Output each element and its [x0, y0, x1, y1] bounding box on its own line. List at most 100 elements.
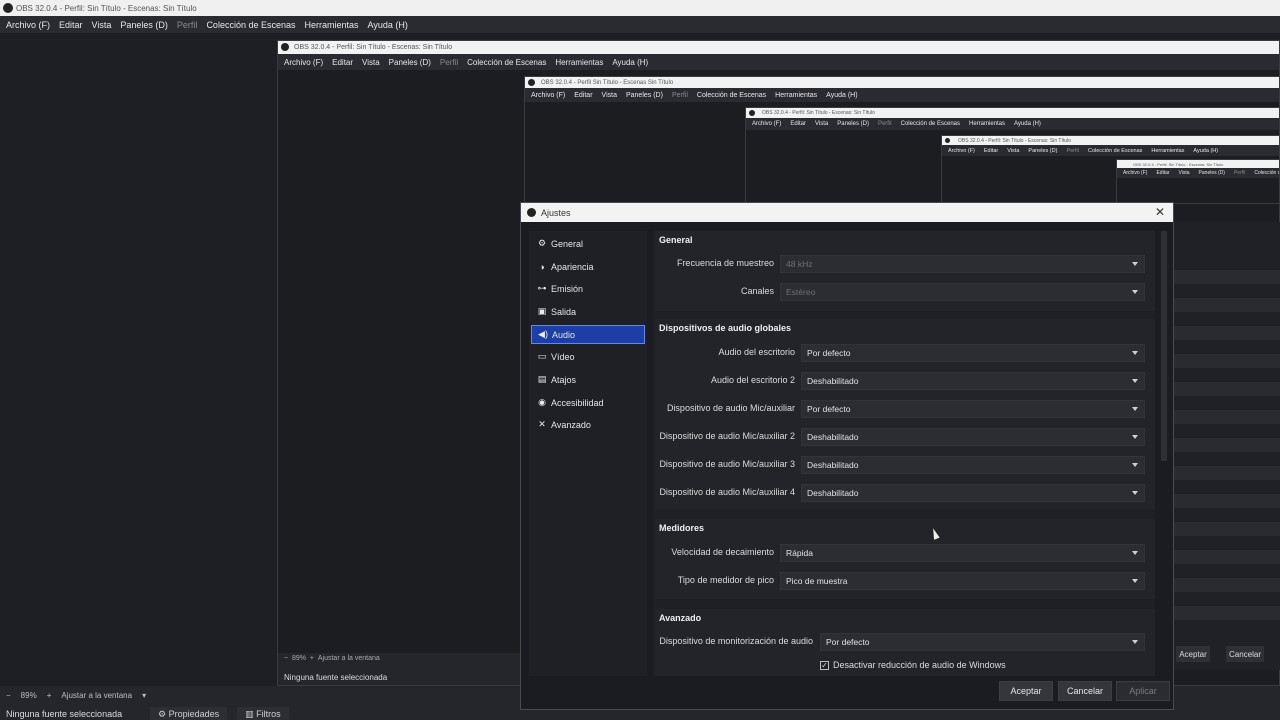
menu-ayuda[interactable]: Ayuda (H)	[368, 20, 408, 30]
accessibility-icon: ◉	[538, 397, 546, 407]
device-value: Deshabilitado	[807, 376, 859, 386]
ducking-label: Desactivar reducción de audio de Windows	[833, 660, 1006, 670]
desktop-audio-2-select[interactable]: Deshabilitado	[801, 372, 1145, 390]
sidebar-item-label: General	[551, 238, 584, 249]
properties-button[interactable]: ⚙ Propiedades	[150, 706, 228, 720]
main-menubar: Archivo (F) Editar Vista Paneles (D) Per…	[0, 16, 1280, 33]
sidebar-item-label: Apariencia	[551, 261, 594, 272]
fit-window-dropdown[interactable]: Ajustar a la ventana	[61, 691, 132, 700]
section-title: Dispositivos de audio globales	[659, 323, 792, 333]
ducking-checkbox[interactable]: ✓	[820, 661, 829, 670]
device-label: Dispositivo de audio Mic/auxiliar 3	[659, 459, 795, 469]
close-icon[interactable]: ✕	[1153, 205, 1167, 219]
mic-aux-select[interactable]: Por defecto	[801, 400, 1145, 418]
filters-label: Filtros	[256, 708, 281, 719]
sidebar-item-avanzado[interactable]: ✕ Avanzado	[531, 415, 645, 434]
source-toolbar: Ninguna fuente seleccionada ⚙ Propiedade…	[0, 706, 289, 720]
device-value: Por defecto	[807, 348, 851, 358]
no-source-label: Ninguna fuente seleccionada	[6, 709, 123, 719]
output-icon: ▣	[537, 306, 547, 316]
zoom-in-icon[interactable]: +	[47, 691, 52, 700]
channels-select[interactable]: Estéreo	[780, 283, 1145, 301]
sidebar-item-label: Emisión	[551, 283, 584, 294]
chevron-down-icon	[1132, 435, 1138, 439]
sidebar-item-salida[interactable]: ▣ Salida	[531, 302, 645, 321]
accept-button[interactable]: Aceptar	[999, 681, 1053, 701]
sidebar-item-label: Accesibilidad	[551, 397, 604, 408]
zoom-out-icon[interactable]: −	[6, 691, 11, 700]
main-titlebar: OBS 32.0.4 - Perfil: Sin Título - Escena…	[0, 0, 1280, 16]
palette-icon: ◑	[539, 261, 545, 272]
obs-logo-icon	[749, 110, 755, 116]
nested-titlebar-3: OBS 32.0.4 - Perfil: Sin Título - Escena…	[746, 108, 1279, 118]
menu-editar[interactable]: Editar	[59, 20, 83, 30]
obs-logo-icon	[281, 43, 289, 51]
sidebar-item-accesibilidad[interactable]: ◉ Accesibilidad	[531, 393, 645, 412]
nested-titlebar-1: OBS 32.0.4 - Perfil: Sin Título - Escena…	[278, 41, 1279, 54]
device-label: Dispositivo de audio Mic/auxiliar 2	[659, 431, 795, 441]
captured-row	[1174, 606, 1280, 620]
nested-window-5: OBS 32.0.4 - Perfil: Sin Título - Escena…	[1116, 159, 1280, 204]
chevron-down-icon	[1132, 351, 1138, 355]
cancel-button[interactable]: Cancelar	[1058, 681, 1112, 701]
audio-settings-panel: General Frecuencia de muestreo 48 kHz Ca…	[653, 231, 1155, 676]
mic-aux-2-select[interactable]: Deshabilitado	[801, 428, 1145, 446]
nested-titlebar-5: OBS 32.0.4 - Perfil: Sin Título - Escena…	[1117, 160, 1279, 168]
menu-ayuda: Ayuda (H)	[612, 57, 649, 67]
sidebar-item-apariencia[interactable]: ◑ Apariencia	[531, 257, 645, 276]
apply-button[interactable]: Aplicar	[1116, 681, 1170, 701]
sidebar-item-general[interactable]: ⚙ General	[531, 234, 645, 253]
menu-coleccion-escenas[interactable]: Colección de Escenas	[206, 20, 295, 30]
menu-perfil[interactable]: Perfil	[177, 20, 198, 30]
menu-paneles[interactable]: Paneles (D)	[120, 20, 168, 30]
section-title: Avanzado	[659, 613, 702, 623]
chevron-down-icon	[1132, 379, 1138, 383]
menu-herramientas[interactable]: Herramientas	[305, 20, 359, 30]
peak-label: Tipo de medidor de pico	[677, 575, 774, 585]
monitor-icon: ▭	[537, 351, 547, 361]
decay-label: Velocidad de decaimiento	[671, 547, 774, 557]
nested-zoom-row: − 89% + Ajustar a la ventana	[284, 655, 380, 662]
captured-row	[1174, 326, 1280, 340]
menu-archivo: Archivo (F)	[284, 57, 324, 67]
dialog-titlebar: Ajustes ✕	[521, 203, 1173, 222]
decay-rate-select[interactable]: Rápida	[780, 544, 1145, 562]
section-general: General Frecuencia de muestreo 48 kHz Ca…	[655, 231, 1155, 311]
captured-row	[1174, 494, 1280, 508]
captured-row	[1174, 522, 1280, 536]
nested-menubar-2: Archivo (F) Editar Vista Paneles (D) Perfil C…	[525, 88, 1279, 102]
tools-icon: ✕	[538, 419, 546, 429]
sidebar-item-emision[interactable]: ⊶ Emisión	[531, 279, 645, 298]
desktop-audio-select[interactable]: Por defecto	[801, 344, 1145, 362]
device-value: Deshabilitado	[807, 460, 859, 470]
menu-archivo[interactable]: Archivo (F)	[6, 20, 50, 30]
captured-settings-strip	[1174, 222, 1280, 670]
device-label: Audio del escritorio	[718, 347, 795, 357]
nested-title-2: OBS 32.0.4 - Perfil Sin Título - Escenas…	[541, 79, 674, 86]
sidebar-item-audio[interactable]: ◀) Audio	[531, 325, 645, 344]
menu-editar: Editar	[332, 57, 354, 67]
mic-aux-3-select[interactable]: Deshabilitado	[801, 456, 1145, 474]
nested-no-source: Ninguna fuente seleccionada	[284, 673, 388, 682]
speaker-icon: ◀)	[538, 329, 548, 339]
sample-rate-value: 48 kHz	[786, 259, 813, 269]
mic-aux-4-select[interactable]: Deshabilitado	[801, 484, 1145, 502]
filters-button[interactable]: ▥ Filtros	[237, 706, 289, 720]
sidebar-item-video[interactable]: ▭ Vídeo	[531, 347, 645, 366]
sample-rate-select[interactable]: 48 kHz	[780, 255, 1145, 273]
chevron-down-icon[interactable]: ▾	[142, 691, 146, 700]
monitoring-device-select[interactable]: Por defecto	[820, 633, 1145, 651]
peak-meter-select[interactable]: Pico de muestra	[780, 572, 1145, 590]
sidebar-item-atajos[interactable]: ▤ Atajos	[531, 370, 645, 389]
device-label: Dispositivo de audio Mic/auxiliar	[666, 403, 795, 413]
chevron-down-icon	[1132, 640, 1138, 644]
nested-menubar-5: Archivo (F) Editar Vista Paneles (D) Perfil C…	[1117, 168, 1279, 178]
sidebar-item-label: Salida	[551, 306, 577, 317]
dialog-title: Ajustes	[541, 207, 571, 218]
captured-row	[1174, 466, 1280, 480]
filter-icon: ▥	[245, 708, 254, 719]
chevron-down-icon	[1132, 491, 1138, 495]
chevron-down-icon	[1132, 407, 1138, 411]
menu-vista[interactable]: Vista	[92, 20, 112, 30]
settings-scrollbar[interactable]	[1161, 231, 1167, 461]
